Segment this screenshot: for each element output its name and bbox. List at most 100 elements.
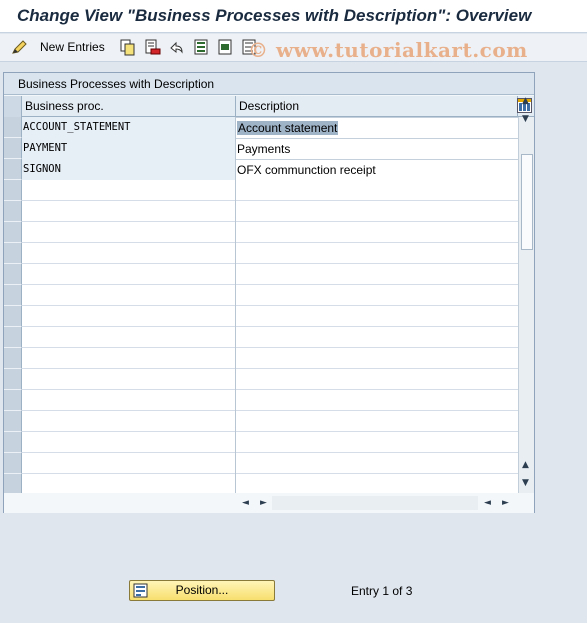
- empty-table-row[interactable]: [4, 285, 518, 306]
- business-proc-cell: [22, 453, 236, 474]
- empty-table-row[interactable]: [4, 264, 518, 285]
- row-selector[interactable]: [4, 453, 22, 474]
- table-row[interactable]: SIGNON OFX communction receipt: [4, 159, 518, 180]
- select-all-icon[interactable]: [193, 39, 210, 56]
- empty-table-row[interactable]: [4, 201, 518, 222]
- table-header-row: Business proc. Description: [4, 96, 534, 117]
- description-cell: [236, 222, 518, 243]
- description-cell: [236, 180, 518, 201]
- row-selector[interactable]: [4, 243, 22, 264]
- empty-table-row[interactable]: [4, 348, 518, 369]
- entry-counter: Entry 1 of 3: [351, 584, 413, 598]
- edit-pencil-icon[interactable]: [11, 39, 28, 56]
- position-icon: [133, 583, 148, 598]
- row-selector[interactable]: [4, 285, 22, 306]
- undo-icon[interactable]: [168, 39, 185, 56]
- scroll-up-arrow-icon[interactable]: ▲: [522, 96, 529, 106]
- delete-icon[interactable]: [144, 39, 161, 56]
- description-cell: [236, 432, 518, 453]
- row-selector[interactable]: [4, 474, 22, 495]
- position-button[interactable]: Position...: [129, 580, 275, 601]
- vertical-scrollbar[interactable]: ▲ ▼ ▲ ▼: [518, 96, 534, 493]
- empty-table-row[interactable]: [4, 180, 518, 201]
- row-selector[interactable]: [4, 138, 22, 159]
- table-caption: Business Processes with Description: [4, 73, 534, 95]
- description-cell[interactable]: Payments: [236, 138, 518, 159]
- description-cell: [236, 285, 518, 306]
- table-grid: Business proc. Description ACCOUNT_STATE…: [4, 96, 534, 495]
- description-cell[interactable]: Account statement: [236, 117, 518, 138]
- business-proc-cell: [22, 390, 236, 411]
- row-selector[interactable]: [4, 432, 22, 453]
- empty-table-row[interactable]: [4, 453, 518, 474]
- business-proc-cell: ACCOUNT_STATEMENT: [22, 117, 236, 138]
- row-selector[interactable]: [4, 180, 22, 201]
- business-proc-cell: [22, 222, 236, 243]
- row-selector[interactable]: [4, 264, 22, 285]
- empty-table-row[interactable]: [4, 432, 518, 453]
- new-entries-button[interactable]: New Entries: [40, 40, 105, 54]
- select-block-icon[interactable]: [217, 39, 234, 56]
- row-selector[interactable]: [4, 411, 22, 432]
- empty-table-row[interactable]: [4, 327, 518, 348]
- column-header-business-proc[interactable]: Business proc.: [22, 96, 236, 117]
- description-cell: [236, 306, 518, 327]
- select-all-rows-button[interactable]: [4, 96, 22, 117]
- description-cell: [236, 348, 518, 369]
- row-selector[interactable]: [4, 348, 22, 369]
- business-proc-cell: [22, 243, 236, 264]
- business-proc-cell: [22, 180, 236, 201]
- horizontal-scrollbar[interactable]: [272, 496, 478, 510]
- column-header-description[interactable]: Description: [236, 96, 518, 117]
- business-proc-cell: PAYMENT: [22, 138, 236, 159]
- row-selector[interactable]: [4, 390, 22, 411]
- row-selector[interactable]: [4, 201, 22, 222]
- description-cell[interactable]: OFX communction receipt: [236, 159, 518, 180]
- scroll-right-arrow-icon[interactable]: ►: [502, 498, 509, 508]
- vertical-scroll-thumb[interactable]: [521, 154, 533, 250]
- empty-table-row[interactable]: [4, 369, 518, 390]
- row-selector[interactable]: [4, 327, 22, 348]
- description-cell: [236, 390, 518, 411]
- scroll-down-arrow-icon[interactable]: ▼: [522, 478, 529, 488]
- empty-table-row[interactable]: [4, 474, 518, 495]
- description-cell: [236, 453, 518, 474]
- scroll-left-arrow-icon[interactable]: ◄: [484, 498, 491, 508]
- row-selector[interactable]: [4, 369, 22, 390]
- empty-table-row[interactable]: [4, 411, 518, 432]
- empty-table-row[interactable]: [4, 243, 518, 264]
- description-cell: [236, 264, 518, 285]
- business-proc-cell: [22, 327, 236, 348]
- business-proc-cell: [22, 411, 236, 432]
- copy-icon[interactable]: [119, 39, 136, 56]
- position-button-label[interactable]: Position...: [176, 583, 229, 597]
- scroll-down-arrow-icon[interactable]: ▼: [522, 114, 529, 124]
- empty-table-row[interactable]: [4, 390, 518, 411]
- description-cell: [236, 201, 518, 222]
- business-proc-cell: [22, 369, 236, 390]
- business-proc-cell: [22, 432, 236, 453]
- row-selector[interactable]: [4, 306, 22, 327]
- business-proc-cell: [22, 285, 236, 306]
- business-proc-cell: [22, 264, 236, 285]
- table-row[interactable]: PAYMENT Payments: [4, 138, 518, 159]
- business-proc-cell: [22, 201, 236, 222]
- description-text[interactable]: Account statement: [237, 121, 339, 135]
- scroll-up-arrow-icon[interactable]: ▲: [522, 460, 529, 470]
- scroll-right-arrow-icon[interactable]: ►: [260, 498, 267, 508]
- row-selector[interactable]: [4, 117, 22, 138]
- empty-table-row[interactable]: [4, 222, 518, 243]
- description-cell: [236, 474, 518, 495]
- horizontal-scroll-area: ◄ ► ◄ ►: [4, 493, 534, 513]
- business-proc-cell: SIGNON: [22, 159, 236, 180]
- row-selector[interactable]: [4, 159, 22, 180]
- row-selector[interactable]: [4, 222, 22, 243]
- empty-table-row[interactable]: [4, 306, 518, 327]
- business-proc-cell: [22, 348, 236, 369]
- description-cell: [236, 243, 518, 264]
- description-cell: [236, 369, 518, 390]
- business-proc-cell: [22, 474, 236, 495]
- scroll-left-arrow-icon[interactable]: ◄: [242, 498, 249, 508]
- watermark-text: © www.tutorialkart.com: [248, 38, 528, 62]
- table-row[interactable]: ACCOUNT_STATEMENT Account statement: [4, 117, 518, 138]
